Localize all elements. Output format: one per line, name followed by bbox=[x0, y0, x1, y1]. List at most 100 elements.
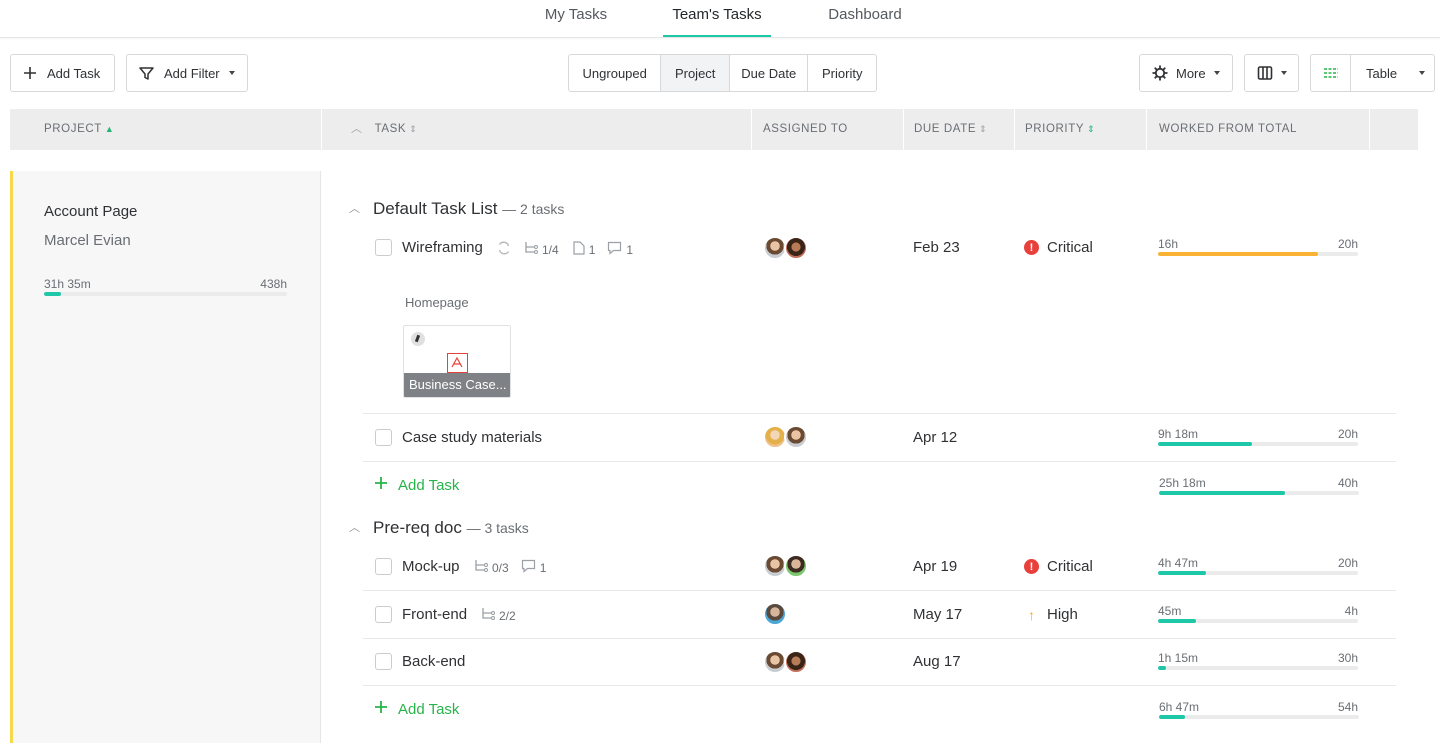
group-total-time: 40h bbox=[1337, 476, 1358, 490]
avatar[interactable] bbox=[763, 602, 787, 626]
tab-dashboard[interactable]: Dashboard bbox=[820, 0, 910, 38]
priority-high[interactable]: ↑ High bbox=[1024, 606, 1078, 623]
avatar[interactable] bbox=[784, 236, 808, 260]
col-task[interactable]: ︿ TASK ⇕ bbox=[348, 109, 417, 150]
critical-icon: ! bbox=[1024, 559, 1039, 574]
task-name[interactable]: Back-end bbox=[402, 653, 465, 670]
add-task-button[interactable]: Add Task bbox=[10, 54, 115, 92]
worked-time: 45m bbox=[1158, 604, 1182, 618]
file-icon bbox=[573, 241, 585, 258]
priority-critical[interactable]: ! Critical bbox=[1024, 558, 1093, 575]
task-name[interactable]: Mock-up bbox=[402, 558, 460, 575]
group-progress bbox=[1159, 491, 1359, 495]
col-priority[interactable]: PRIORITY ⇕ bbox=[1025, 109, 1095, 150]
more-button[interactable]: More bbox=[1139, 54, 1233, 92]
add-filter-button[interactable]: Add Filter bbox=[126, 54, 248, 92]
group-count: — 2 tasks bbox=[502, 201, 565, 217]
comments-count: 1 bbox=[539, 560, 547, 575]
total-time: 20h bbox=[1337, 427, 1358, 441]
task-checkbox[interactable] bbox=[375, 653, 392, 670]
project-worked: 31h 35m bbox=[44, 277, 91, 291]
total-time: 30h bbox=[1337, 651, 1358, 665]
task-checkbox[interactable] bbox=[375, 558, 392, 575]
total-time: 20h bbox=[1337, 556, 1358, 570]
worked-progress bbox=[1158, 666, 1358, 670]
columns-icon bbox=[1257, 65, 1273, 81]
group-progress bbox=[1159, 715, 1359, 719]
due-date[interactable]: Aug 17 bbox=[913, 653, 961, 670]
group-due-date[interactable]: Due Date bbox=[730, 55, 809, 91]
due-date[interactable]: Feb 23 bbox=[913, 239, 960, 256]
task-checkbox[interactable] bbox=[375, 606, 392, 623]
comment-icon bbox=[521, 559, 536, 576]
due-date[interactable]: Apr 12 bbox=[913, 429, 957, 446]
group-ungrouped[interactable]: Ungrouped bbox=[569, 55, 662, 91]
project-progress bbox=[44, 292, 287, 296]
view-label: Table bbox=[1366, 65, 1398, 81]
add-filter-label: Add Filter bbox=[164, 65, 220, 81]
task-meta: 2/2 bbox=[481, 607, 516, 624]
critical-icon: ! bbox=[1024, 240, 1039, 255]
avatar[interactable] bbox=[784, 554, 808, 578]
worked-time: 4h 47m bbox=[1158, 556, 1199, 570]
tab-my-tasks[interactable]: My Tasks bbox=[537, 0, 615, 38]
priority-critical[interactable]: ! Critical bbox=[1024, 239, 1093, 256]
recurring-icon bbox=[496, 240, 512, 259]
col-worked[interactable]: WORKED FROM TOTAL bbox=[1159, 109, 1297, 150]
tab-teams-tasks[interactable]: Team's Tasks bbox=[663, 0, 771, 38]
plus-icon bbox=[23, 66, 37, 80]
chevron-down-icon bbox=[228, 71, 235, 75]
add-task-label: Add Task bbox=[47, 65, 101, 81]
task-checkbox[interactable] bbox=[375, 429, 392, 446]
col-project[interactable]: PROJECT ▲ bbox=[44, 109, 114, 150]
collapse-icon[interactable]: ︿ bbox=[349, 200, 360, 216]
task-name[interactable]: Case study materials bbox=[402, 429, 542, 446]
attachment-filename: Business Case... bbox=[404, 373, 510, 397]
project-name[interactable]: Account Page bbox=[44, 203, 137, 220]
arrow-up-icon: ↑ bbox=[1028, 606, 1035, 623]
attachment-card[interactable]: Business Case... bbox=[403, 325, 511, 398]
gear-icon bbox=[1152, 65, 1168, 81]
project-cell[interactable]: Account Page Marcel Evian 31h 35m 438h bbox=[10, 171, 321, 743]
sort-icon: ▲ bbox=[104, 124, 115, 134]
columns-button[interactable] bbox=[1244, 54, 1299, 92]
worked-time: 16h bbox=[1158, 237, 1179, 251]
view-selector[interactable]: Table bbox=[1310, 54, 1435, 92]
subtasks-count: 1/4 bbox=[542, 242, 559, 257]
plus-icon bbox=[374, 476, 388, 494]
total-time: 4h bbox=[1344, 604, 1358, 618]
worked-progress bbox=[1158, 252, 1358, 256]
worked-time: 1h 15m bbox=[1158, 651, 1199, 665]
task-name[interactable]: Front-end bbox=[402, 606, 467, 623]
due-date[interactable]: Apr 19 bbox=[913, 558, 957, 575]
avatar[interactable] bbox=[784, 425, 808, 449]
project-total: 438h bbox=[260, 277, 287, 291]
group-title[interactable]: Default Task List — 2 tasks bbox=[373, 199, 564, 219]
add-task-link[interactable]: Add Task bbox=[374, 700, 459, 718]
worked-progress bbox=[1158, 442, 1358, 446]
task-name[interactable]: Wireframing bbox=[402, 239, 483, 256]
table-view-icon bbox=[1311, 55, 1351, 91]
col-assigned[interactable]: ASSIGNED TO bbox=[763, 109, 848, 150]
subtasks-icon bbox=[481, 607, 495, 624]
more-label: More bbox=[1176, 65, 1206, 81]
total-time: 20h bbox=[1337, 237, 1358, 251]
files-count: 1 bbox=[588, 242, 596, 257]
group-title[interactable]: Pre-req doc — 3 tasks bbox=[373, 518, 529, 538]
due-date[interactable]: May 17 bbox=[913, 606, 962, 623]
group-project[interactable]: Project bbox=[661, 55, 730, 91]
group-priority[interactable]: Priority bbox=[808, 55, 876, 91]
task-checkbox[interactable] bbox=[375, 239, 392, 256]
grouping-switcher: Ungrouped Project Due Date Priority bbox=[568, 54, 877, 92]
col-due-date[interactable]: DUE DATE ⇕ bbox=[914, 109, 987, 150]
pdf-icon bbox=[447, 353, 468, 373]
chevron-down-icon bbox=[1281, 71, 1287, 75]
sort-icon: ⇕ bbox=[409, 124, 418, 134]
worked-progress bbox=[1158, 571, 1358, 575]
worked-progress bbox=[1158, 619, 1358, 623]
avatar[interactable] bbox=[784, 650, 808, 674]
comment-icon bbox=[607, 241, 622, 258]
filter-icon bbox=[139, 66, 154, 81]
add-task-link[interactable]: Add Task bbox=[374, 476, 459, 494]
collapse-icon[interactable]: ︿ bbox=[349, 519, 360, 535]
